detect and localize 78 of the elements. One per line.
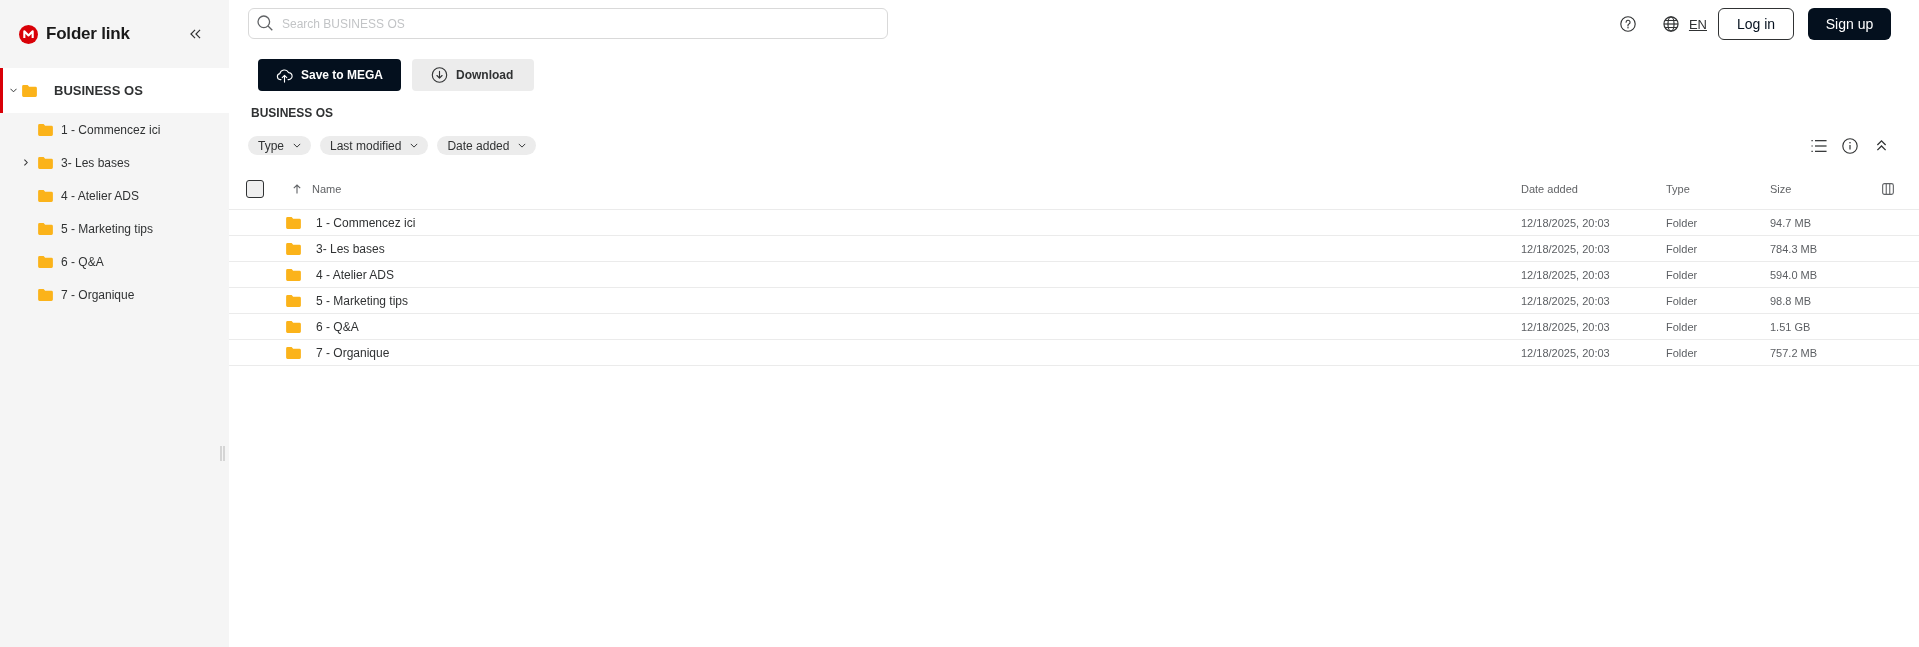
cloud-upload-icon [276, 67, 293, 83]
caret-icon [518, 143, 527, 148]
arrow-up-icon[interactable] [293, 184, 301, 194]
size-cell: 1.51 GB [1770, 320, 1811, 333]
folder-icon [286, 346, 301, 359]
folder-icon [38, 222, 53, 235]
search-field[interactable]: Search BUSINESS OS [248, 8, 888, 39]
search-icon [257, 15, 273, 31]
folder-icon [286, 294, 301, 307]
filter-chip[interactable]: Last modified [320, 136, 429, 155]
date-added-cell: 12/18/2025, 20:03 [1521, 216, 1610, 229]
size-cell: 94.7 MB [1770, 216, 1811, 229]
tree-item[interactable]: 4 - Atelier ADS [0, 179, 229, 212]
folder-icon [38, 255, 53, 268]
tree-item[interactable]: 7 - Organique [0, 278, 229, 311]
type-cell: Folder [1666, 294, 1698, 307]
folder-icon [286, 242, 301, 255]
resize-handle[interactable] [220, 446, 225, 461]
arrow-down-circle-icon [431, 67, 449, 83]
folder-title: BUSINESS OS [251, 106, 334, 121]
folder-icon [38, 123, 53, 136]
size-cell: 784.3 MB [1770, 242, 1818, 255]
type-cell: Folder [1666, 346, 1698, 359]
download-button[interactable]: Download [412, 59, 535, 91]
folder-icon [22, 84, 37, 97]
column-header[interactable]: Type [1666, 183, 1690, 195]
size-cell: 757.2 MB [1770, 346, 1818, 359]
folder-name[interactable]: 3- Les bases [316, 241, 385, 256]
folder-icon [38, 288, 53, 301]
folder-icon [286, 320, 301, 333]
date-added-cell: 12/18/2025, 20:03 [1521, 268, 1610, 281]
folder-name[interactable]: 1 - Commencez ici [316, 215, 416, 230]
folder-icon [286, 216, 301, 229]
caret-icon [293, 143, 301, 148]
tree-item[interactable]: BUSINESS OS [0, 68, 229, 113]
chevron-down-icon[interactable] [10, 88, 17, 93]
date-added-cell: 12/18/2025, 20:03 [1521, 242, 1610, 255]
caret-icon [410, 143, 419, 148]
filter-chip[interactable]: Date added [437, 136, 537, 155]
globe-icon[interactable] [1662, 16, 1679, 32]
size-cell: 98.8 MB [1770, 294, 1811, 307]
date-added-cell: 12/18/2025, 20:03 [1521, 320, 1610, 333]
select-all-checkbox[interactable] [246, 180, 264, 198]
type-cell: Folder [1666, 320, 1698, 333]
tree-item[interactable]: 3- Les bases [0, 146, 229, 179]
columns-icon[interactable] [1882, 183, 1894, 195]
column-header[interactable]: Name [293, 183, 342, 195]
chevron-right-icon[interactable] [24, 159, 28, 166]
tree-item[interactable]: 6 - Q&A [0, 245, 229, 278]
column-header[interactable]: Date added [1521, 183, 1578, 195]
folder-icon [38, 189, 53, 202]
list-view-icon[interactable] [1811, 137, 1827, 154]
app-title: Folder link [46, 24, 130, 44]
size-cell: 594.0 MB [1770, 268, 1818, 281]
type-cell: Folder [1666, 268, 1698, 281]
type-cell: Folder [1666, 216, 1698, 229]
double-chevron-up-icon[interactable] [1876, 140, 1887, 151]
help-icon[interactable] [1619, 16, 1636, 32]
date-added-cell: 12/18/2025, 20:03 [1521, 294, 1610, 307]
double-chevron-left-icon[interactable] [190, 29, 201, 39]
save-button[interactable]: Save to MEGA [258, 59, 402, 91]
logo-icon [19, 24, 38, 44]
filter-chip[interactable]: Type [248, 136, 311, 155]
folder-name[interactable]: 7 - Organique [316, 345, 390, 360]
folder-icon [38, 156, 53, 169]
folder-name[interactable]: 4 - Atelier ADS [316, 267, 395, 282]
info-icon[interactable] [1842, 137, 1858, 154]
login-button[interactable]: Log in [1718, 8, 1794, 40]
tree-item[interactable]: 5 - Marketing tips [0, 212, 229, 245]
tree-item[interactable]: 1 - Commencez ici [0, 113, 229, 146]
folder-name[interactable]: 6 - Q&A [316, 319, 359, 334]
folder-name[interactable]: 5 - Marketing tips [316, 293, 409, 308]
date-added-cell: 12/18/2025, 20:03 [1521, 346, 1610, 359]
type-cell: Folder [1666, 242, 1698, 255]
language-link[interactable]: EN [1688, 16, 1707, 32]
signup-button[interactable]: Sign up [1808, 8, 1891, 40]
folder-icon [286, 268, 301, 281]
column-header[interactable]: Size [1770, 183, 1792, 195]
